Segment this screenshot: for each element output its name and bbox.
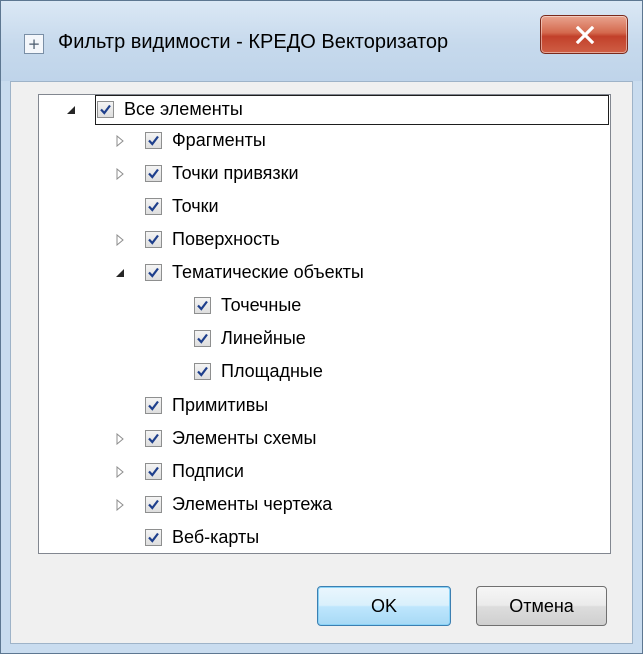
checkbox-линейные[interactable] — [194, 330, 211, 347]
tree-item[interactable]: Точки — [39, 192, 599, 222]
tree-item[interactable]: Точки привязки — [39, 159, 599, 189]
tree-item-label: Тематические объекты — [172, 262, 364, 282]
checkbox-тематические-объекты[interactable] — [145, 264, 162, 281]
tree-item-label: Элементы чертежа — [172, 494, 333, 514]
checkmark-icon — [148, 234, 159, 245]
checkmark-icon — [148, 201, 159, 212]
collapsed-arrow-icon[interactable] — [114, 490, 128, 520]
dialog-client-area: Все элементы Фрагменты Точки привязки Точки… — [10, 81, 633, 644]
checkmark-icon — [148, 135, 159, 146]
tree-item-label: Точки — [172, 196, 219, 216]
tree-item[interactable]: Тематические объекты — [39, 258, 599, 288]
tree-item-label: Подписи — [172, 461, 244, 481]
checkbox-элементы-схемы[interactable] — [145, 430, 162, 447]
checkbox-фрагменты[interactable] — [145, 132, 162, 149]
expanded-arrow-icon[interactable] — [114, 258, 128, 288]
dialog-window: + Фильтр видимости - КРЕДО Векторизатор … — [0, 0, 643, 654]
tree-item[interactable]: Подписи — [39, 457, 599, 487]
checkmark-icon — [197, 333, 208, 344]
collapsed-arrow-icon[interactable] — [114, 159, 128, 189]
checkbox-точки-привязки[interactable] — [145, 165, 162, 182]
tree-item[interactable]: Линейные — [39, 324, 599, 354]
window-title: Фильтр видимости - КРЕДО Векторизатор — [58, 31, 449, 53]
checkmark-icon — [197, 300, 208, 311]
tree-item-label: Элементы схемы — [172, 428, 317, 448]
tree-item[interactable]: Фрагменты — [39, 126, 599, 156]
checkmark-icon — [148, 400, 159, 411]
checkbox-элементы-чертежа[interactable] — [145, 496, 162, 513]
tree-item-label: Поверхность — [172, 229, 280, 249]
cancel-button[interactable]: Отмена — [476, 586, 607, 626]
expanded-arrow-icon[interactable] — [65, 95, 79, 125]
collapsed-arrow-icon[interactable] — [114, 457, 128, 487]
tree-item-label: Веб-карты — [172, 527, 260, 547]
tree-item[interactable]: Поверхность — [39, 225, 599, 255]
tree-item[interactable]: Площадные — [39, 357, 599, 387]
checkmark-icon — [148, 466, 159, 477]
tree-item[interactable]: Все элементы — [39, 95, 599, 125]
close-icon — [575, 26, 595, 44]
tree-item-label: Точки привязки — [172, 163, 299, 183]
checkbox-веб-карты[interactable] — [145, 529, 162, 546]
collapsed-arrow-icon[interactable] — [114, 225, 128, 255]
checkbox-площадные[interactable] — [194, 363, 211, 380]
checkbox-все-элементы[interactable] — [97, 101, 114, 118]
collapsed-arrow-icon[interactable] — [114, 126, 128, 156]
checkmark-icon — [148, 168, 159, 179]
tree-item-label: Фрагменты — [172, 130, 266, 150]
close-button[interactable] — [540, 15, 628, 54]
ok-button[interactable]: OK — [317, 586, 451, 626]
visibility-tree[interactable]: Все элементы Фрагменты Точки привязки Точки… — [38, 94, 611, 554]
checkmark-icon — [148, 433, 159, 444]
tree-item-label: Точечные — [221, 295, 302, 315]
tree-item-label: Линейные — [221, 328, 306, 348]
checkmark-icon — [148, 499, 159, 510]
checkbox-точки[interactable] — [145, 198, 162, 215]
checkbox-подписи[interactable] — [145, 463, 162, 480]
tree-item[interactable]: Элементы чертежа — [39, 490, 599, 520]
tree-item-label: Примитивы — [172, 395, 269, 415]
title-bar[interactable]: + Фильтр видимости - КРЕДО Векторизатор — [1, 1, 642, 81]
tree-item[interactable]: Точечные — [39, 291, 599, 321]
checkmark-icon — [197, 366, 208, 377]
checkbox-точечные[interactable] — [194, 297, 211, 314]
collapsed-arrow-icon[interactable] — [114, 424, 128, 454]
checkmark-icon — [148, 532, 159, 543]
checkbox-поверхность[interactable] — [145, 231, 162, 248]
plus-box-icon[interactable]: + — [24, 34, 44, 54]
tree-item[interactable]: Элементы схемы — [39, 424, 599, 454]
tree-item[interactable]: Веб-карты — [39, 523, 599, 553]
checkmark-icon — [148, 267, 159, 278]
tree-item-label: Площадные — [221, 361, 323, 381]
tree-item-label: Все элементы — [124, 99, 243, 119]
tree-item[interactable]: Примитивы — [39, 391, 599, 421]
checkbox-примитивы[interactable] — [145, 397, 162, 414]
checkmark-icon — [100, 104, 111, 115]
